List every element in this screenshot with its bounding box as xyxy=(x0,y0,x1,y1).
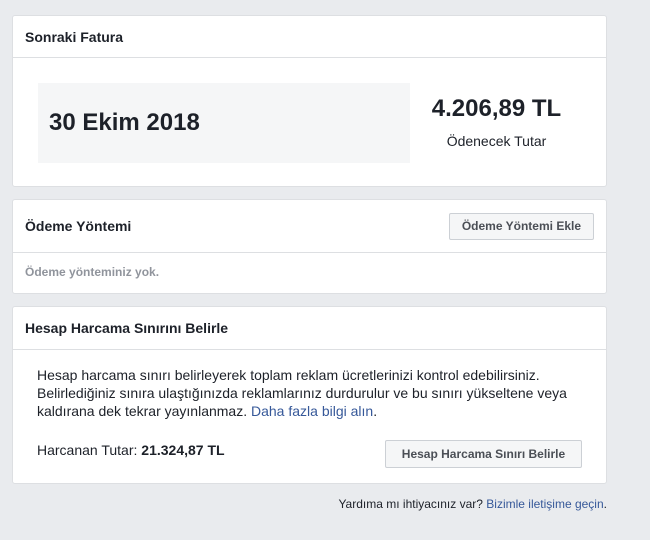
help-question: Yardıma mı ihtiyacınız var? xyxy=(338,497,483,511)
spent-amount-value: 21.324,87 TL xyxy=(141,442,225,458)
learn-more-link[interactable]: Daha fazla bilgi alın xyxy=(251,403,373,419)
spending-limit-description: Hesap harcama sınırı belirleyerek toplam… xyxy=(37,367,567,419)
next-invoice-title: Sonraki Fatura xyxy=(13,16,606,58)
spending-limit-card: Hesap Harcama Sınırını Belirle Hesap har… xyxy=(12,306,607,484)
spent-amount: Harcanan Tutar: 21.324,87 TL xyxy=(37,442,225,458)
help-footer: Yardıma mı ihtiyacınız var? Bizimle ilet… xyxy=(338,497,607,511)
set-spending-limit-button[interactable]: Hesap Harcama Sınırı Belirle xyxy=(385,440,582,468)
spending-limit-title: Hesap Harcama Sınırını Belirle xyxy=(13,307,606,350)
next-invoice-card: Sonraki Fatura 30 Ekim 2018 4.206,89 TL … xyxy=(12,15,607,187)
no-payment-method-text: Ödeme yönteminiz yok. xyxy=(25,265,160,279)
payment-method-header: Ödeme Yöntemi Ödeme Yöntemi Ekle xyxy=(13,200,606,253)
spent-amount-label: Harcanan Tutar: xyxy=(37,442,138,458)
invoice-amount-label: Ödenecek Tutar xyxy=(446,133,547,149)
payment-method-title: Ödeme Yöntemi xyxy=(25,218,132,234)
invoice-amount: 4.206,89 TL xyxy=(431,95,562,122)
add-payment-method-button[interactable]: Ödeme Yöntemi Ekle xyxy=(448,212,594,240)
contact-us-link[interactable]: Bizimle iletişime geçin xyxy=(486,497,603,511)
invoice-date: 30 Ekim 2018 xyxy=(38,83,410,163)
payment-method-card: Ödeme Yöntemi Ödeme Yöntemi Ekle Ödeme y… xyxy=(12,199,607,294)
